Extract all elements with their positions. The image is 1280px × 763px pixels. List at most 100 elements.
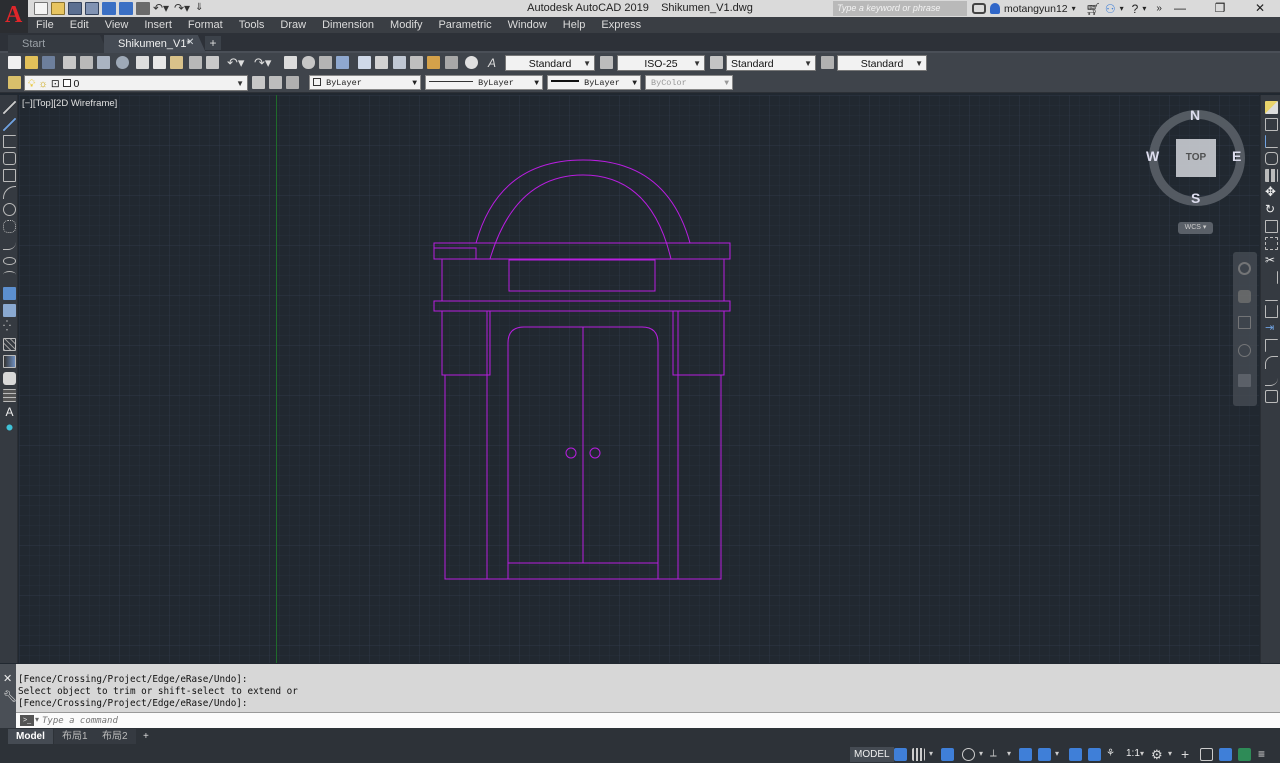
chevron-down-icon[interactable]: ▾ [1142, 4, 1146, 13]
hardware-acceleration-icon[interactable] [1238, 748, 1251, 761]
wrench-icon[interactable]: 🔧︎ [3, 690, 17, 703]
revision-cloud-icon[interactable] [3, 220, 16, 233]
publish-icon[interactable] [97, 56, 110, 69]
chevron-down-icon[interactable]: ▾ [1055, 749, 1059, 758]
hatch-icon[interactable] [3, 338, 16, 351]
mtext-icon[interactable]: A [3, 406, 16, 419]
compass-north[interactable]: N [1190, 107, 1200, 123]
rectangle-icon[interactable] [3, 169, 16, 182]
workspace-gear-icon[interactable]: ⚙ [1151, 748, 1164, 761]
a360-icon[interactable]: ⚇ [1105, 2, 1116, 16]
3d-print-icon[interactable] [116, 56, 129, 69]
explode-icon[interactable] [1265, 390, 1278, 403]
layer-previous-icon[interactable] [269, 76, 282, 89]
command-line[interactable]: >_ ▾ [16, 712, 1280, 728]
menu-parametric[interactable]: Parametric [430, 17, 499, 33]
annotation-monitor-icon[interactable]: + [1181, 747, 1194, 761]
break-icon[interactable] [1265, 305, 1278, 318]
move-icon[interactable]: ✥ [1265, 185, 1278, 199]
color-dropdown[interactable]: ByLayer ▼ [309, 75, 421, 90]
chevron-down-icon[interactable]: ▾ [1072, 4, 1076, 13]
drawing-canvas[interactable]: [−][Top][2D Wireframe] TOP N S E W WCS ▾ [19, 95, 1259, 663]
minimize-button[interactable]: — [1160, 0, 1200, 17]
chevron-down-icon[interactable]: ▾ [979, 749, 983, 758]
tab-close-icon[interactable]: ✕ [186, 37, 194, 48]
block-editor-icon[interactable] [206, 56, 219, 69]
grid-icon[interactable] [894, 748, 907, 761]
snap-mode-icon[interactable] [912, 748, 925, 761]
join-icon[interactable]: ⇥ [1265, 322, 1278, 335]
qnew-icon[interactable] [8, 56, 21, 69]
point-icon[interactable]: ⁛ [3, 321, 16, 334]
add-layout-button[interactable]: + [138, 729, 154, 744]
help-icon[interactable]: ? [1132, 2, 1139, 16]
compass-east[interactable]: E [1232, 148, 1241, 164]
tool-palettes-icon[interactable] [393, 56, 406, 69]
annotation-scale-icon[interactable]: ⚘ [1106, 748, 1119, 761]
ellipse-icon[interactable] [3, 257, 16, 265]
stretch-icon[interactable] [1265, 237, 1278, 250]
layer-properties-icon[interactable] [8, 76, 21, 89]
object-snap-tracking-icon[interactable] [1019, 748, 1032, 761]
menu-modify[interactable]: Modify [382, 17, 430, 33]
table-icon[interactable] [3, 389, 16, 402]
text-style-dropdown[interactable]: Standard ▼ [505, 55, 595, 71]
customization-icon[interactable]: ≡ [1258, 748, 1271, 761]
annotation-scale-value[interactable]: 1:1 [1126, 748, 1140, 759]
orbit-icon[interactable] [1238, 344, 1251, 357]
fillet-icon[interactable] [1265, 356, 1278, 369]
match-properties-icon[interactable] [189, 56, 202, 69]
close-button[interactable]: ✕ [1240, 0, 1280, 17]
gradient-icon[interactable] [3, 355, 16, 368]
username[interactable]: motangyun12 [1004, 3, 1068, 15]
rotate-icon[interactable]: ↻ [1265, 203, 1278, 216]
pan-icon[interactable] [1238, 290, 1251, 303]
command-prompt-icon[interactable]: >_ [20, 715, 34, 726]
object-snap-icon[interactable] [1038, 748, 1051, 761]
dim-style-icon[interactable] [600, 56, 613, 69]
sheet-set-icon[interactable] [410, 56, 423, 69]
chevron-down-icon[interactable]: ▾ [929, 749, 933, 758]
chevron-down-icon[interactable]: ▾ [35, 715, 39, 724]
binoculars-icon[interactable] [972, 3, 986, 14]
cut-icon[interactable] [136, 56, 149, 69]
chevron-down-icon[interactable]: ▾ [1140, 749, 1144, 758]
erase-icon[interactable] [1265, 101, 1278, 114]
ellipse-arc-icon[interactable] [3, 271, 16, 284]
table-style-dropdown[interactable]: Standard ▼ [726, 55, 816, 71]
maximize-button[interactable]: ❐ [1200, 0, 1240, 17]
polyline-icon[interactable] [3, 135, 16, 148]
auto-scale-icon[interactable] [1088, 748, 1101, 761]
circle-icon[interactable] [3, 203, 16, 216]
compass-west[interactable]: W [1146, 148, 1159, 164]
help-icon[interactable] [465, 56, 478, 69]
viewcube-top-face[interactable]: TOP [1176, 139, 1216, 177]
pan-icon[interactable] [284, 56, 297, 69]
model-space-button[interactable]: MODEL [850, 747, 894, 762]
extend-icon[interactable] [1265, 271, 1278, 284]
copy-icon[interactable] [153, 56, 166, 69]
menu-dimension[interactable]: Dimension [314, 17, 382, 33]
close-icon[interactable]: ✕ [3, 672, 12, 685]
menu-help[interactable]: Help [555, 17, 594, 33]
compass-south[interactable]: S [1191, 190, 1200, 206]
tab-layout1[interactable]: 布局1 [54, 729, 96, 744]
undo-icon[interactable]: ↶▾ [227, 55, 244, 71]
add-selected-icon[interactable] [3, 421, 16, 434]
new-tab-button[interactable]: + [205, 36, 221, 50]
chevron-down-icon[interactable]: ▾ [1168, 749, 1172, 758]
menu-edit[interactable]: Edit [62, 17, 97, 33]
text-style-icon[interactable]: A [488, 56, 501, 70]
paste-icon[interactable] [170, 56, 183, 69]
chevron-down-icon[interactable]: ▾ [1007, 749, 1011, 758]
redo-icon[interactable]: ↷▾ [254, 55, 271, 71]
menu-window[interactable]: Window [500, 17, 555, 33]
construction-line-icon[interactable] [3, 118, 16, 131]
plot-preview-icon[interactable] [80, 56, 93, 69]
showmotion-icon[interactable] [1238, 374, 1251, 387]
dim-style-dropdown[interactable]: ISO-25 ▼ [617, 55, 705, 71]
viewport-controls-label[interactable]: [−][Top][2D Wireframe] [22, 98, 117, 109]
ucs-dropdown[interactable]: WCS ▾ [1178, 222, 1213, 234]
markup-icon[interactable] [427, 56, 440, 69]
application-menu-button[interactable]: A [0, 0, 28, 33]
